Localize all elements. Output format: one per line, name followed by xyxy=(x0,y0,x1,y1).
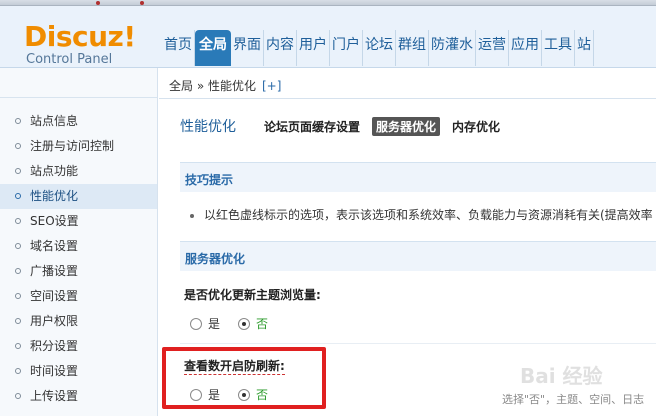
radio-group-thread-views: 是 否 xyxy=(190,315,286,332)
nav-item-portal[interactable]: 门户 xyxy=(330,30,363,66)
sidebar-item-broadcast[interactable]: 广播设置 xyxy=(0,259,157,284)
server-section-header: 服务器优化 xyxy=(180,241,656,271)
sidebar-item-register-access[interactable]: 注册与访问控制 xyxy=(0,134,157,159)
tab-forum-cache[interactable]: 论坛页面缓存设置 xyxy=(260,117,364,136)
sidebar-item-label: 时间设置 xyxy=(30,364,79,378)
nav-item-apps[interactable]: 应用 xyxy=(509,30,542,66)
tab-indicator-icon xyxy=(140,1,144,5)
nav-item-site[interactable]: 站 xyxy=(575,30,594,66)
nav-item-user[interactable]: 用户 xyxy=(297,30,330,66)
highlight-box xyxy=(162,347,326,409)
nav-item-home[interactable]: 首页 xyxy=(160,30,195,66)
tips-section-header: 技巧提示 xyxy=(180,162,656,192)
breadcrumb: 全局 » 性能优化 [+] xyxy=(159,68,656,99)
bullet-icon xyxy=(15,218,21,224)
bullet-icon xyxy=(15,243,21,249)
sidebar-item-space[interactable]: 空间设置 xyxy=(0,284,157,309)
radio-yes[interactable] xyxy=(190,317,202,330)
sidebar-item-time[interactable]: 时间设置 xyxy=(0,359,157,384)
bullet-icon xyxy=(15,343,21,349)
nav-item-tools[interactable]: 工具 xyxy=(542,30,575,66)
sidebar-item-label: 空间设置 xyxy=(30,289,79,303)
sidebar-item-label: 积分设置 xyxy=(30,339,79,353)
bullet-icon xyxy=(15,268,21,274)
sidebar-item-label: 用户权限 xyxy=(30,314,79,328)
page-title: 性能优化 xyxy=(180,119,236,135)
sidebar-item-label: 站点信息 xyxy=(30,114,79,128)
logo-name: Discuz! xyxy=(24,20,136,53)
bullet-icon xyxy=(15,168,21,174)
nav-item-style[interactable]: 界面 xyxy=(231,30,264,66)
server-header: 服务器优化 xyxy=(185,252,246,266)
setting-hint: 选择"否"，主题、空间、日志 xyxy=(502,393,645,406)
radio-no[interactable] xyxy=(238,317,251,330)
bullet-icon xyxy=(15,368,21,374)
bullet-icon xyxy=(15,318,21,324)
sidebar-item-performance[interactable]: 性能优化 xyxy=(0,184,157,209)
sidebar-top xyxy=(0,68,157,98)
bullet-icon xyxy=(15,118,21,124)
sidebar-item-label: 性能优化 xyxy=(30,189,79,203)
sidebar-item-credits[interactable]: 积分设置 xyxy=(0,334,157,359)
bullet-icon xyxy=(15,143,21,149)
tab-server-optimization[interactable]: 服务器优化 xyxy=(372,116,441,136)
tab-memory-optimization[interactable]: 内存优化 xyxy=(448,117,504,136)
watermark: Bai 经验 xyxy=(520,364,603,388)
header: Discuz! Control Panel 首页 全局 界面 内容 用户 门户 … xyxy=(0,6,656,68)
sidebar-item-site-features[interactable]: 站点功能 xyxy=(0,159,157,184)
top-nav: 首页 全局 界面 内容 用户 门户 论坛 群组 防灌水 运营 应用 工具 站 xyxy=(160,30,594,66)
add-shortcut-button[interactable]: [+] xyxy=(262,79,281,93)
nav-item-operation[interactable]: 运营 xyxy=(476,30,509,66)
sidebar-item-upload[interactable]: 上传设置 xyxy=(0,384,157,409)
bullet-icon xyxy=(15,293,21,299)
nav-item-global[interactable]: 全局 xyxy=(195,30,231,66)
sidebar: 站点信息 注册与访问控制 站点功能 性能优化 SEO设置 域名设置 广播设置 空… xyxy=(0,68,158,416)
radio-label-yes: 是 xyxy=(208,317,221,331)
sidebar-item-domain[interactable]: 域名设置 xyxy=(0,234,157,259)
tip-item: 以红色虚线标示的选项，表示该选项和系统效率、负载能力与资源消耗有关(提高效率 xyxy=(190,206,653,223)
logo[interactable]: Discuz! Control Panel xyxy=(24,22,136,68)
nav-item-antispam[interactable]: 防灌水 xyxy=(429,30,476,66)
bullet-icon xyxy=(15,393,21,399)
tips-header: 技巧提示 xyxy=(185,173,234,187)
sidebar-item-label: SEO设置 xyxy=(30,214,79,228)
bullet-icon xyxy=(190,213,194,218)
logo-subtitle: Control Panel xyxy=(26,52,113,67)
nav-item-forum[interactable]: 论坛 xyxy=(363,30,396,66)
bullet-icon xyxy=(15,193,21,199)
nav-item-group[interactable]: 群组 xyxy=(396,30,429,66)
sidebar-item-permissions[interactable]: 用户权限 xyxy=(0,309,157,334)
sidebar-item-label: 上传设置 xyxy=(30,389,79,403)
divider xyxy=(180,343,656,344)
sidebar-item-label: 注册与访问控制 xyxy=(30,139,115,153)
breadcrumb-text: 全局 » 性能优化 xyxy=(169,79,256,93)
sidebar-item-seo[interactable]: SEO设置 xyxy=(0,209,157,234)
nav-item-content[interactable]: 内容 xyxy=(264,30,297,66)
sub-tabs: 性能优化 论坛页面缓存设置 服务器优化 内存优化 xyxy=(180,116,512,136)
tab-indicator-icon xyxy=(96,1,100,5)
sidebar-item-label: 广播设置 xyxy=(30,264,79,278)
sidebar-item-label: 域名设置 xyxy=(30,239,79,253)
sidebar-item-site-info[interactable]: 站点信息 xyxy=(0,109,157,134)
radio-label-no: 否 xyxy=(256,317,269,331)
sidebar-item-label: 站点功能 xyxy=(30,164,79,178)
tip-text: 以红色虚线标示的选项，表示该选项和系统效率、负载能力与资源消耗有关(提高效率 xyxy=(204,208,653,222)
setting-label-thread-views: 是否优化更新主题浏览量: xyxy=(184,288,321,302)
